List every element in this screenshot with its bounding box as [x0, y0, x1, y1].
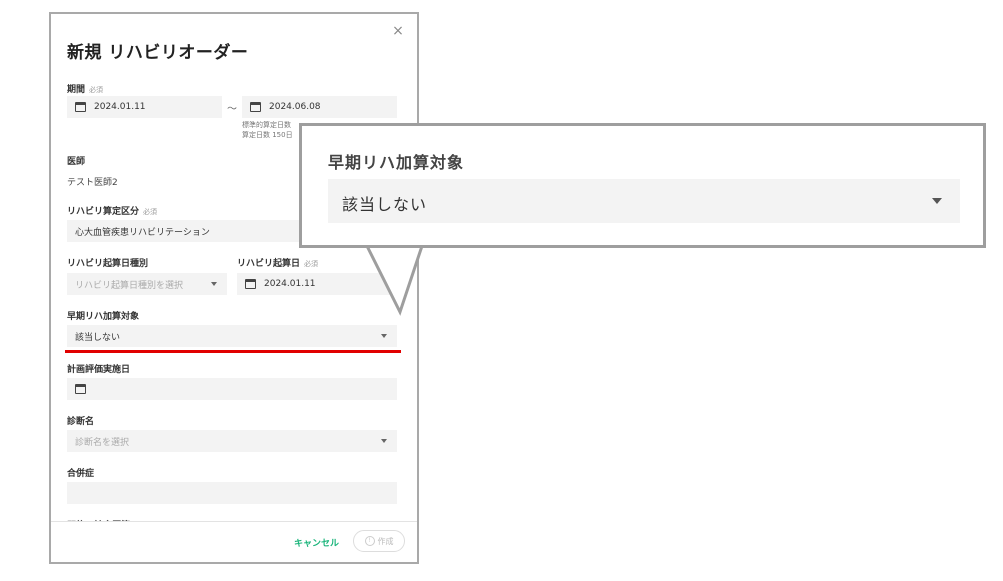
- chevron-down-icon: [932, 198, 942, 204]
- callout-pointer: [365, 245, 424, 316]
- zoom-callout: 早期リハ加算対象 該当しない: [299, 123, 986, 248]
- callout-select[interactable]: 該当しない: [328, 179, 960, 223]
- callout-value: 該当しない: [342, 195, 428, 214]
- callout-label: 早期リハ加算対象: [328, 153, 465, 172]
